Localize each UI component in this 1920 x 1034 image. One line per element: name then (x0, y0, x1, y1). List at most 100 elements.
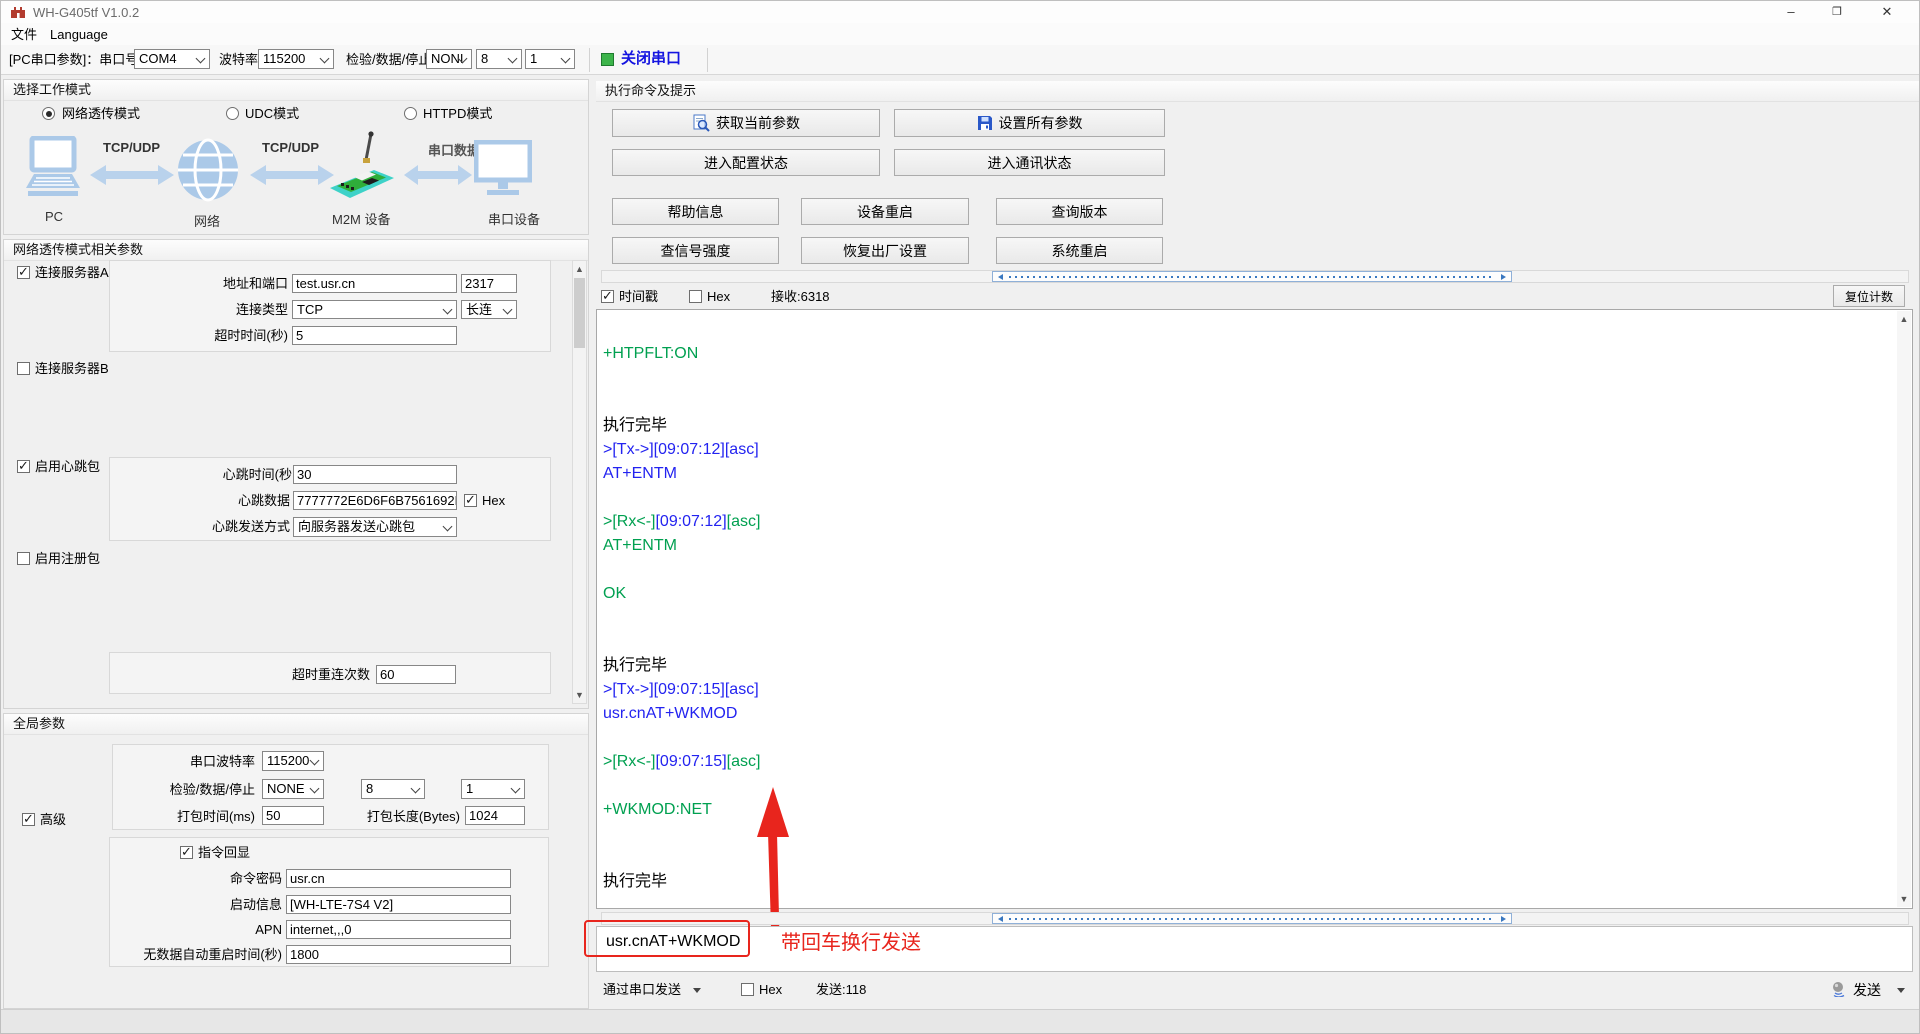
timeout-input[interactable]: 5 (292, 326, 457, 345)
g-baud-label: 串口波特率 (170, 754, 255, 770)
server-port-input[interactable]: 2317 (461, 274, 517, 293)
advanced-checkbox[interactable] (22, 813, 35, 826)
chevron-down-icon (511, 784, 521, 794)
mode-radio-net[interactable] (42, 107, 55, 120)
send-hex-label[interactable]: Hex (759, 982, 782, 998)
send-button[interactable]: 发送 (1831, 978, 1911, 1002)
g-stopbits-select[interactable]: 1 (461, 779, 525, 799)
factory-reset-label: 恢复出厂设置 (843, 241, 927, 261)
hb-hex-label[interactable]: Hex (482, 493, 505, 509)
stopbits-select[interactable]: 1 (525, 49, 575, 69)
reset-count-button[interactable]: 复位计数 (1833, 285, 1905, 307)
log-line: AT+ENTM (603, 462, 1892, 486)
echo-label[interactable]: 指令回显 (198, 845, 250, 861)
port-select[interactable]: COM4 (134, 49, 210, 69)
port-value: COM4 (139, 51, 177, 66)
register-label[interactable]: 启用注册包 (35, 551, 100, 567)
apn-input[interactable]: internet,,,0 (286, 920, 511, 939)
advanced-label[interactable]: 高级 (40, 812, 66, 828)
scrollbar-thumb[interactable] (574, 278, 585, 348)
enter-comm-label: 进入通讯状态 (988, 153, 1072, 173)
mode-httpd-label[interactable]: HTTPD模式 (423, 106, 492, 122)
timestamp-checkbox[interactable] (601, 290, 614, 303)
scrollbar-thumb[interactable] (992, 913, 1512, 924)
query-signal-label: 查信号强度 (661, 241, 731, 261)
timestamp-label[interactable]: 时间戳 (619, 289, 658, 305)
mode-radio-udc[interactable] (226, 107, 239, 120)
get-params-button[interactable]: 获取当前参数 (612, 109, 880, 137)
system-reboot-button[interactable]: 系统重启 (996, 237, 1163, 264)
parity-select[interactable]: NONI (426, 49, 472, 69)
boot-input[interactable]: [WH-LTE-7S4 V2] (286, 895, 511, 914)
dropdown-arrow-icon (1897, 988, 1905, 993)
register-checkbox[interactable] (17, 552, 30, 565)
stopbits-value: 1 (530, 51, 537, 66)
send-horizontal-scrollbar[interactable] (601, 912, 1909, 925)
scroll-up-icon[interactable]: ▲ (1897, 312, 1911, 326)
port-open-indicator-icon (601, 53, 614, 66)
set-params-button[interactable]: 设置所有参数 (894, 109, 1165, 137)
log-line (603, 558, 1892, 582)
server-a-label[interactable]: 连接服务器A (35, 265, 109, 281)
send-input-highlight-box (584, 920, 750, 957)
send-hex-checkbox[interactable] (741, 983, 754, 996)
global-params-group: 全局参数 串口参数 串口波特率 115200 检验/数据/停止 NONE 8 1… (3, 713, 589, 1009)
pwd-label: 命令密码 (210, 871, 282, 887)
menu-file[interactable]: 文件 (11, 27, 37, 43)
log-hex-checkbox[interactable] (689, 290, 702, 303)
pack-time-input[interactable]: 50 (262, 806, 324, 825)
query-signal-button[interactable]: 查信号强度 (612, 237, 779, 264)
server-b-label[interactable]: 连接服务器B (35, 361, 109, 377)
mode-net-label[interactable]: 网络透传模式 (62, 106, 140, 122)
reconnect-input[interactable]: 60 (376, 665, 456, 684)
close-button[interactable]: ✕ (1865, 4, 1909, 20)
g-parity-select[interactable]: NONE (262, 779, 324, 799)
minimize-button[interactable]: – (1769, 4, 1813, 20)
hb-data-input[interactable]: 7777772E6D6F6B7561692E6 (293, 491, 457, 510)
left-vertical-scrollbar[interactable]: ▲ ▼ (572, 260, 587, 704)
heartbeat-checkbox[interactable] (17, 460, 30, 473)
link-serial-label: 串口数据 (428, 140, 480, 159)
enter-comm-button[interactable]: 进入通讯状态 (894, 149, 1165, 176)
enter-config-button[interactable]: 进入配置状态 (612, 149, 880, 176)
maximize-button[interactable]: ❐ (1815, 4, 1859, 20)
log-horizontal-scrollbar[interactable] (601, 270, 1909, 283)
chevron-down-icon (310, 784, 320, 794)
server-a-checkbox[interactable] (17, 266, 30, 279)
pack-len-input[interactable]: 1024 (465, 806, 525, 825)
log-vertical-scrollbar[interactable]: ▲ ▼ (1897, 311, 1911, 907)
heartbeat-panel: 心跳时间(秒 30 心跳数据 7777772E6D6F6B7561692E6 H… (109, 457, 551, 541)
device-reboot-button[interactable]: 设备重启 (801, 198, 969, 225)
log-hex-label[interactable]: Hex (707, 289, 730, 305)
hb-mode-label: 心跳发送方式 (205, 519, 290, 535)
app-logo-icon (10, 4, 26, 20)
mode-udc-label[interactable]: UDC模式 (245, 106, 299, 122)
scroll-down-icon[interactable]: ▼ (1897, 892, 1911, 906)
send-via-serial-button[interactable]: 通过串口发送 (601, 979, 701, 1001)
idle-restart-input[interactable]: 1800 (286, 945, 511, 964)
hb-hex-checkbox[interactable] (464, 494, 477, 507)
scroll-down-icon[interactable]: ▼ (573, 688, 586, 702)
g-databits-select[interactable]: 8 (361, 779, 425, 799)
heartbeat-label[interactable]: 启用心跳包 (35, 459, 100, 475)
server-addr-input[interactable]: test.usr.cn (292, 274, 457, 293)
scroll-up-icon[interactable]: ▲ (573, 262, 586, 276)
echo-checkbox[interactable] (180, 846, 193, 859)
help-button[interactable]: 帮助信息 (612, 198, 779, 225)
pwd-input[interactable]: usr.cn (286, 869, 511, 888)
conn-type-select[interactable]: TCP (292, 300, 457, 319)
hb-time-input[interactable]: 30 (293, 465, 457, 484)
mode-radio-httpd[interactable] (404, 107, 417, 120)
g-baud-select[interactable]: 115200 (262, 751, 324, 771)
query-version-button[interactable]: 查询版本 (996, 198, 1163, 225)
databits-select[interactable]: 8 (476, 49, 522, 69)
factory-reset-button[interactable]: 恢复出厂设置 (801, 237, 969, 264)
send-box[interactable]: usr.cnAT+WKMOD 带回车换行发送 (596, 926, 1913, 972)
baud-select[interactable]: 115200 (258, 49, 334, 69)
hb-mode-select[interactable]: 向服务器发送心跳包 (293, 517, 457, 537)
scrollbar-thumb[interactable] (992, 271, 1512, 282)
server-b-checkbox[interactable] (17, 362, 30, 375)
close-port-button[interactable]: 关闭串口 (597, 47, 703, 72)
menu-language[interactable]: Language (50, 27, 108, 43)
keep-type-select[interactable]: 长连 (461, 300, 517, 319)
